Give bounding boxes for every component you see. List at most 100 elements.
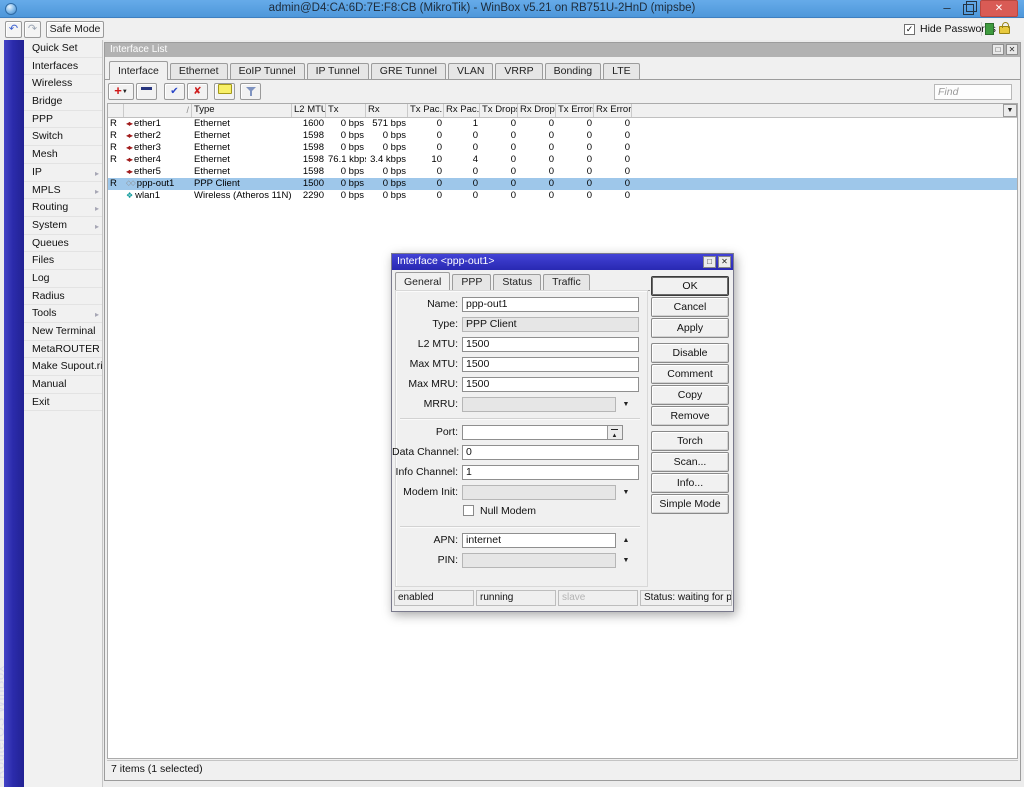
maximize-button[interactable] [963,4,974,15]
mrru-field[interactable] [462,397,616,412]
name-field[interactable]: ppp-out1 [462,297,639,312]
hide-passwords-checkbox[interactable]: ✓ [904,24,915,35]
chevron-down-icon[interactable]: ▼ [619,485,633,500]
copy-button[interactable]: Copy [651,385,729,405]
tab-gre-tunnel[interactable]: GRE Tunnel [371,63,446,79]
chevron-down-icon[interactable]: ▼ [619,397,633,412]
sidebar-item-system[interactable]: System▸ [24,217,102,235]
tab-vrrp[interactable]: VRRP [495,63,542,79]
data-channel-field[interactable]: 0 [462,445,639,460]
tab-ethernet[interactable]: Ethernet [170,63,228,79]
add-interface-button[interactable]: +▼ [108,83,134,100]
dialog-tab-general[interactable]: General [395,272,450,291]
apn-field[interactable]: internet [462,533,616,548]
ok-button[interactable]: OK [651,276,729,296]
sidebar-item-radius[interactable]: Radius [24,288,102,306]
port-select-button[interactable] [607,426,622,439]
sidebar-item-ppp[interactable]: PPP [24,111,102,129]
sidebar-item-metarouter[interactable]: MetaROUTER [24,341,102,359]
dialog-titlebar[interactable]: Interface <ppp-out1> □ ✕ [392,254,733,270]
sidebar-item-exit[interactable]: Exit [24,394,102,412]
find-input[interactable] [934,84,1012,100]
interface-list-titlebar[interactable]: Interface List □ ✕ [105,43,1020,57]
sidebar-item-switch[interactable]: Switch [24,128,102,146]
scan-button[interactable]: Scan... [651,452,729,472]
column-header-blank[interactable] [108,104,124,117]
safe-mode-button[interactable]: Safe Mode [46,21,104,38]
table-row-wlan1[interactable]: ❖wlan1Wireless (Atheros 11N)22900 bps0 b… [108,190,1017,202]
sidebar-item-interfaces[interactable]: Interfaces [24,58,102,76]
column-header-tx-errors[interactable]: Tx Errors [556,104,594,117]
dialog-tab-status[interactable]: Status [493,274,541,290]
disable-button[interactable]: Disable [651,343,729,363]
chevron-down-icon[interactable]: ▼ [619,553,633,568]
info-channel-field[interactable]: 1 [462,465,639,480]
remove-button[interactable]: Remove [651,406,729,426]
sidebar-item-queues[interactable]: Queues [24,235,102,253]
table-row-ether2[interactable]: R◂▸ether2Ethernet15980 bps0 bps000000 [108,130,1017,142]
column-header-rx-pac[interactable]: Rx Pac... [444,104,480,117]
port-field[interactable] [462,425,623,440]
close-icon[interactable]: ✕ [1006,44,1018,55]
sidebar-item-log[interactable]: Log [24,270,102,288]
column-header-l2-mtu[interactable]: L2 MTU [292,104,326,117]
max-mru-field[interactable]: 1500 [462,377,639,392]
column-header-tx-drops[interactable]: Tx Drops [480,104,518,117]
maximize-button[interactable]: □ [703,256,716,268]
redo-button[interactable]: ↷ [24,21,41,38]
column-header-type[interactable]: Type [192,104,292,117]
column-header-name[interactable]: / [124,104,192,117]
simple-mode-button[interactable]: Simple Mode [651,494,729,514]
tab-lte[interactable]: LTE [603,63,639,79]
column-header-rx-drops[interactable]: Rx Drops [518,104,556,117]
tab-ip-tunnel[interactable]: IP Tunnel [307,63,369,79]
sidebar-item-mpls[interactable]: MPLS▸ [24,182,102,200]
sidebar-item-new-terminal[interactable]: New Terminal [24,323,102,341]
undo-button[interactable]: ↶ [5,21,22,38]
column-header-rx-errors[interactable]: Rx Errors [594,104,632,117]
tab-vlan[interactable]: VLAN [448,63,493,79]
tab-bonding[interactable]: Bonding [545,63,602,79]
sidebar-item-wireless[interactable]: Wireless [24,75,102,93]
close-icon[interactable]: ✕ [718,256,731,268]
null-modem-checkbox[interactable] [463,505,474,516]
column-header-tx[interactable]: Tx [326,104,366,117]
column-dropdown-button[interactable]: ▼ [1003,104,1017,117]
sidebar-item-bridge[interactable]: Bridge [24,93,102,111]
sidebar-item-files[interactable]: Files [24,252,102,270]
close-button[interactable]: ✕ [980,0,1018,17]
sidebar-item-routing[interactable]: Routing▸ [24,199,102,217]
table-row-ether1[interactable]: R◂▸ether1Ethernet16000 bps571 bps010000 [108,118,1017,130]
disable-button[interactable]: ✘ [187,83,208,100]
sidebar-item-mesh[interactable]: Mesh [24,146,102,164]
apply-button[interactable]: Apply [651,318,729,338]
sidebar-item-ip[interactable]: IP▸ [24,164,102,182]
maximize-button[interactable]: □ [992,44,1004,55]
minimize-button[interactable]: – [940,1,954,16]
table-row-ppp-out1[interactable]: R◇◇ppp-out1PPP Client15000 bps0 bps00000… [108,178,1017,190]
enable-button[interactable]: ✔ [164,83,185,100]
modem-init-field[interactable] [462,485,616,500]
max-mtu-field[interactable]: 1500 [462,357,639,372]
table-row-ether3[interactable]: R◂▸ether3Ethernet15980 bps0 bps000000 [108,142,1017,154]
type-field[interactable]: PPP Client [462,317,639,332]
sidebar-item-manual[interactable]: Manual [24,376,102,394]
dialog-tab-traffic[interactable]: Traffic [543,274,590,290]
sidebar-item-make-supout-rif[interactable]: Make Supout.rif [24,358,102,376]
tab-interface[interactable]: Interface [109,61,168,80]
remove-interface-button[interactable] [136,83,157,100]
torch-button[interactable]: Torch [651,431,729,451]
sidebar-item-quick-set[interactable]: Quick Set [24,40,102,58]
column-header-tx-pac[interactable]: Tx Pac... [408,104,444,117]
table-row-ether4[interactable]: R◂▸ether4Ethernet159876.1 kbps3.4 kbps10… [108,154,1017,166]
chevron-up-icon[interactable]: ▲ [619,533,633,548]
comment-button[interactable]: Comment [651,364,729,384]
cancel-button[interactable]: Cancel [651,297,729,317]
info-button[interactable]: Info... [651,473,729,493]
column-header-rx[interactable]: Rx [366,104,408,117]
pin-field[interactable] [462,553,616,568]
comment-button[interactable] [214,83,235,100]
l2-mtu-field[interactable]: 1500 [462,337,639,352]
sidebar-item-tools[interactable]: Tools▸ [24,305,102,323]
filter-button[interactable] [240,83,261,100]
